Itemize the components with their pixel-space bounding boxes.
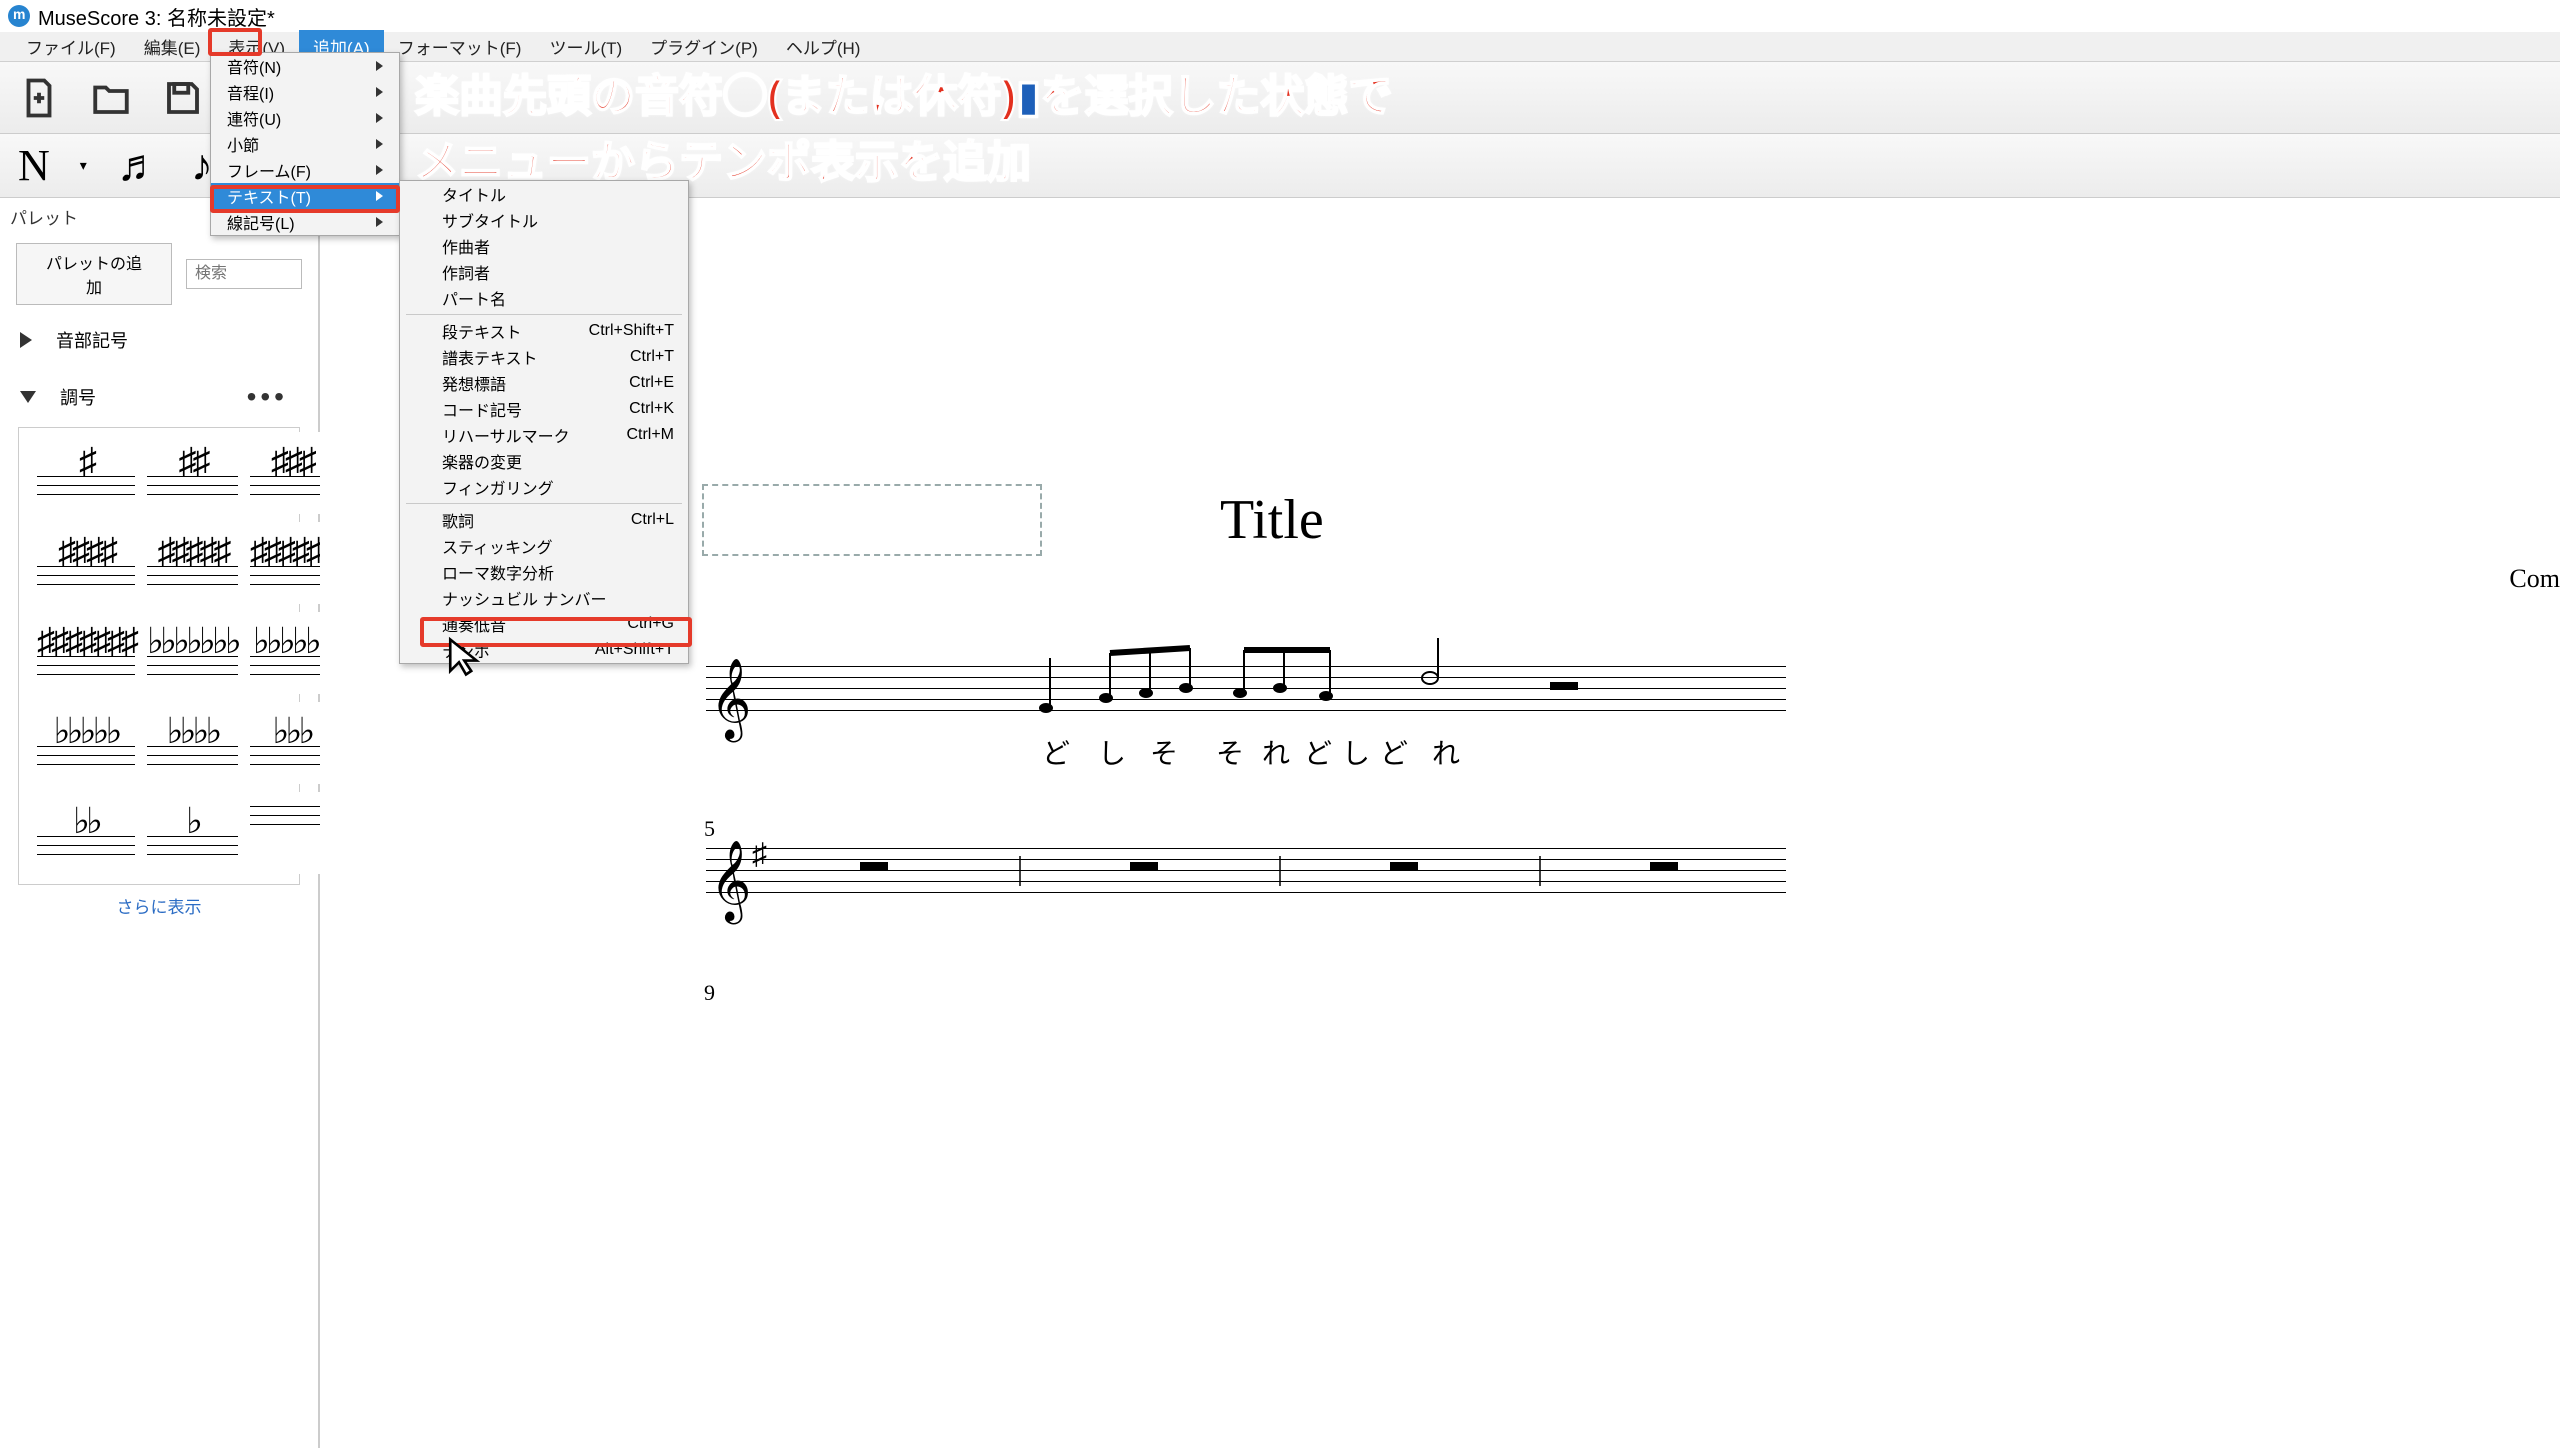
lyric[interactable]: そ	[1216, 732, 1244, 772]
lyric[interactable]: れ	[1262, 732, 1290, 772]
menu-item-tuplet[interactable]: 連符(U)	[211, 105, 399, 131]
palette-section-keysig[interactable]: 調号 •••	[0, 367, 318, 427]
lyric[interactable]: し	[1342, 732, 1370, 772]
submenu-item-7[interactable]: 譜表テキストCtrl+T	[400, 344, 688, 370]
submenu-item-9[interactable]: コード記号Ctrl+K	[400, 396, 688, 422]
note-input-icon[interactable]: N	[18, 140, 50, 191]
keysig-item[interactable]: ♯♯	[147, 432, 238, 514]
submenu-arrow-icon	[376, 139, 383, 149]
note-64-icon[interactable]: ♬	[117, 140, 161, 191]
add-palette-button[interactable]: パレットの追加	[16, 243, 172, 305]
submenu-item-2[interactable]: 作曲者	[400, 233, 688, 259]
submenu-item-4[interactable]: パート名	[400, 285, 688, 311]
keysig-item[interactable]: ♯♯♯♯♯	[147, 522, 238, 604]
submenu-arrow-icon	[376, 113, 383, 123]
menu-format[interactable]: フォーマット(F)	[384, 30, 536, 63]
menu-item-frame[interactable]: フレーム(F)	[211, 157, 399, 183]
palette-section-clefs[interactable]: 音部記号	[0, 313, 318, 367]
submenu-item-14[interactable]: 歌詞Ctrl+L	[400, 507, 688, 533]
menu-help[interactable]: ヘルプ(H)	[772, 30, 875, 63]
submenu-item-12[interactable]: フィンガリング	[400, 474, 688, 500]
key-sharp-icon: ♯	[752, 838, 767, 872]
submenu-item-1[interactable]: サブタイトル	[400, 207, 688, 233]
keysig-item[interactable]: ♯♯♯♯♯♯♯	[37, 612, 135, 694]
keysig-item[interactable]: ♭♭	[37, 792, 135, 874]
submenu-item-11[interactable]: 楽器の変更	[400, 448, 688, 474]
submenu-item-6[interactable]: 段テキストCtrl+Shift+T	[400, 318, 688, 344]
keysig-item[interactable]: ♭♭♭♭	[147, 702, 238, 784]
dropdown-text-submenu: タイトルサブタイトル作曲者作詞者パート名段テキストCtrl+Shift+T譜表テ…	[399, 180, 689, 664]
submenu-arrow-icon	[376, 217, 383, 227]
measure-number: 5	[704, 816, 715, 842]
lyric[interactable]: そ	[1150, 732, 1178, 772]
highlight-text-menu	[210, 185, 400, 213]
submenu-item-15[interactable]: スティッキング	[400, 533, 688, 559]
palette-sidebar: パレット パレットの追加 音部記号 調号 ••• ♯ ♯♯ ♯♯♯ ♯♯♯♯ ♯…	[0, 198, 320, 1448]
menu-tools[interactable]: ツール(T)	[535, 30, 636, 63]
app-icon	[8, 5, 30, 27]
rests-2	[800, 856, 1790, 886]
rests-1	[1520, 674, 1780, 704]
menu-item-measure[interactable]: 小節	[211, 131, 399, 157]
menu-item-notes[interactable]: 音符(N)	[211, 53, 399, 79]
highlight-add-menu	[208, 28, 262, 56]
submenu-item-16[interactable]: ローマ数字分析	[400, 559, 688, 585]
save-icon[interactable]	[162, 77, 204, 119]
palette-show-more[interactable]: さらに表示	[0, 885, 318, 926]
cursor-icon	[445, 636, 487, 678]
menu-item-interval[interactable]: 音程(I)	[211, 79, 399, 105]
submenu-item-10[interactable]: リハーサルマークCtrl+M	[400, 422, 688, 448]
score-title[interactable]: Title	[1220, 488, 1324, 552]
lyric[interactable]: し	[1098, 732, 1126, 772]
submenu-arrow-icon	[376, 87, 383, 97]
key-signature-grid: ♯ ♯♯ ♯♯♯ ♯♯♯♯ ♯♯♯♯♯ ♯♯♯♯♯♯ ♯♯♯♯♯♯♯ ♭♭♭♭♭…	[18, 427, 300, 885]
submenu-item-3[interactable]: 作詞者	[400, 259, 688, 285]
expand-icon	[20, 332, 32, 348]
keysig-item[interactable]: ♭♭♭♭♭	[37, 702, 135, 784]
menu-edit[interactable]: 編集(E)	[130, 30, 215, 63]
keysig-item[interactable]: ♯♯♯♯	[37, 522, 135, 604]
collapse-icon	[20, 391, 36, 403]
open-folder-icon[interactable]	[90, 77, 132, 119]
notes-measure-1[interactable]	[1010, 638, 1490, 728]
title-bar: MuseScore 3: 名称未設定*	[0, 0, 2560, 32]
measure-number: 9	[704, 980, 715, 1006]
keysig-item[interactable]: ♭	[147, 792, 238, 874]
window-title: MuseScore 3: 名称未設定*	[38, 2, 275, 31]
title-frame[interactable]	[702, 484, 1042, 556]
menu-file[interactable]: ファイル(F)	[12, 30, 130, 63]
submenu-arrow-icon	[376, 165, 383, 175]
lyric[interactable]: ど	[1380, 732, 1408, 772]
keysig-item[interactable]: ♭♭♭♭♭♭♭	[147, 612, 238, 694]
submenu-item-17[interactable]: ナッシュビル ナンバー	[400, 585, 688, 611]
submenu-item-0[interactable]: タイトル	[400, 181, 688, 207]
submenu-item-8[interactable]: 発想標語Ctrl+E	[400, 370, 688, 396]
lyric[interactable]: れ	[1432, 732, 1460, 772]
palette-search-input[interactable]	[186, 259, 302, 289]
lyric[interactable]: ど	[1042, 732, 1070, 772]
new-file-icon[interactable]	[18, 77, 60, 119]
more-icon[interactable]: •••	[247, 381, 288, 413]
keysig-item[interactable]: ♯	[37, 432, 135, 514]
lyric[interactable]: ど	[1304, 732, 1332, 772]
menu-plugin[interactable]: プラグイン(P)	[636, 30, 772, 63]
submenu-arrow-icon	[376, 61, 383, 71]
score-composer[interactable]: Com	[2509, 564, 2560, 594]
annotation-line-1: 楽曲先頭の音符◯(または休符)▮を選択した状態で	[415, 60, 1393, 124]
